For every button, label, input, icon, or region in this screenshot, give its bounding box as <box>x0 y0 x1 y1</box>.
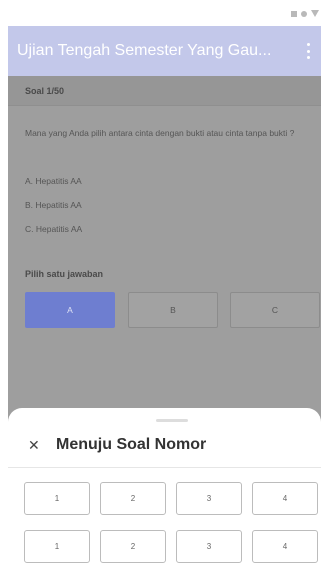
sheet-header: ✕ Menuju Soal Nomor <box>28 436 206 454</box>
answer-button-c[interactable]: C <box>230 292 320 328</box>
square-icon <box>291 10 297 17</box>
triangle-icon <box>311 10 319 17</box>
bottom-sheet: ✕ Menuju Soal Nomor 1 2 3 4 1 2 3 4 <box>8 408 321 573</box>
status-icons <box>291 10 319 17</box>
question-number-button[interactable]: 1 <box>24 482 90 515</box>
question-number-button[interactable]: 3 <box>176 482 242 515</box>
divider <box>8 467 321 468</box>
option-a: A. Hepatitis AA <box>25 176 82 186</box>
question-number-button[interactable]: 4 <box>252 530 318 563</box>
question-number-button[interactable]: 2 <box>100 482 166 515</box>
circle-icon <box>301 10 307 17</box>
close-icon[interactable]: ✕ <box>28 437 46 454</box>
question-number-button[interactable]: 4 <box>252 482 318 515</box>
drag-handle[interactable] <box>156 419 188 422</box>
question-number-button[interactable]: 1 <box>24 530 90 563</box>
app-bar: Ujian Tengah Semester Yang Gau... <box>8 26 321 76</box>
app-title: Ujian Tengah Semester Yang Gau... <box>17 42 272 59</box>
question-header: Soal 1/50 <box>8 76 321 106</box>
more-vert-icon[interactable] <box>306 43 310 59</box>
option-c: C. Hepatitis AA <box>25 224 83 234</box>
question-number-button[interactable]: 2 <box>100 530 166 563</box>
question-number-button[interactable]: 3 <box>176 530 242 563</box>
answer-button-a[interactable]: A <box>25 292 115 328</box>
answer-button-b[interactable]: B <box>128 292 218 328</box>
sheet-title: Menuju Soal Nomor <box>56 436 207 453</box>
question-number: Soal 1/50 <box>25 86 65 96</box>
status-bar <box>8 6 321 26</box>
question-text: Mana yang Anda pilih antara cinta dengan… <box>25 128 295 138</box>
option-b: B. Hepatitis AA <box>25 200 82 210</box>
answer-prompt: Pilih satu jawaban <box>25 269 104 279</box>
